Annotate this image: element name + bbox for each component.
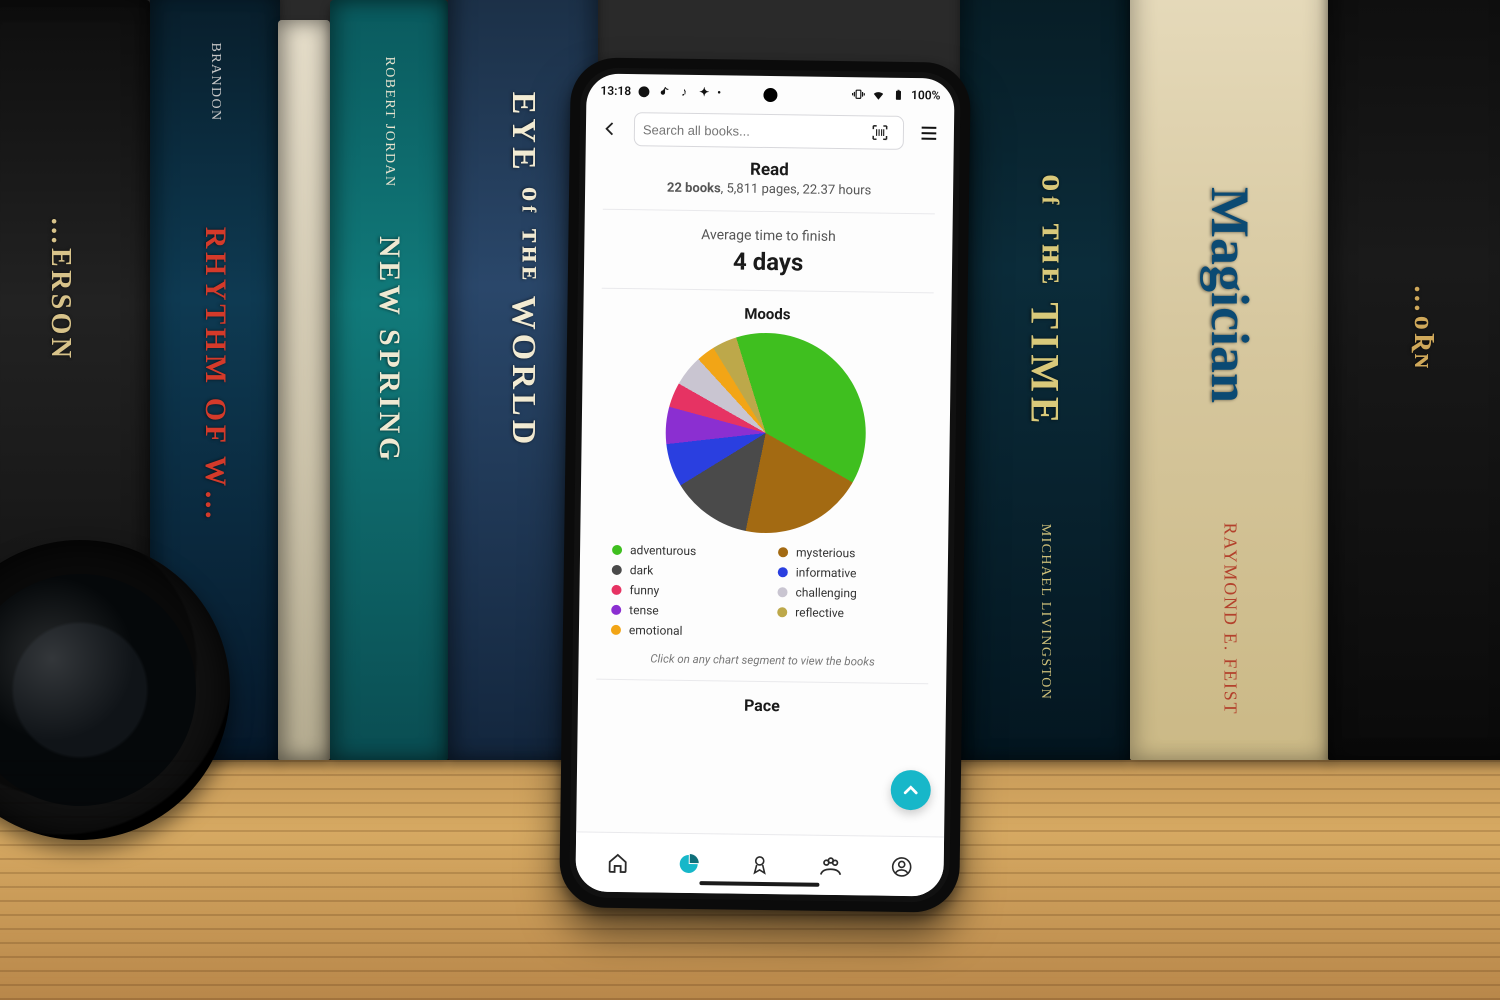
battery-percent: 100%: [911, 88, 941, 102]
legend-item-dark[interactable]: dark: [612, 563, 750, 579]
tab-profile[interactable]: [866, 854, 938, 879]
notification-more: •: [717, 86, 721, 99]
moods-title: Moods: [601, 303, 933, 326]
battery-icon: [891, 88, 905, 102]
legend-dot: [611, 585, 621, 595]
moods-pie-chart[interactable]: [641, 308, 891, 558]
avg-time-value: 4 days: [602, 246, 934, 279]
legend-dot: [612, 545, 622, 555]
avg-time-card: Average time to finish 4 days: [602, 209, 935, 293]
legend-item-mysterious[interactable]: mysterious: [778, 545, 916, 561]
read-summary-card: Read 22 books, 5,811 pages, 22.37 hours: [603, 154, 936, 214]
legend-label: emotional: [629, 623, 683, 638]
tab-home[interactable]: [582, 850, 654, 875]
phone-screen: 13:18 ♪ ✦ •: [575, 73, 954, 896]
bookshelf-scene: …ERSON RHYTHM OF W… BRANDON NEW SPRING R…: [0, 0, 1500, 1000]
legend-item-informative[interactable]: informative: [778, 565, 916, 581]
legend-label: funny: [629, 583, 659, 597]
legend-item-emotional[interactable]: emotional: [611, 623, 749, 639]
legend-label: informative: [796, 565, 857, 580]
chart-hint: Click on any chart segment to view the b…: [650, 651, 875, 668]
notification-icon: ♪: [677, 85, 691, 99]
tiktok-icon: [657, 84, 671, 98]
stats-content: Read 22 books, 5,811 pages, 22.37 hours …: [576, 153, 953, 836]
legend-label: challenging: [795, 585, 856, 600]
legend-label: reflective: [795, 605, 844, 620]
legend-label: dark: [630, 563, 654, 577]
status-time: 13:18: [600, 84, 631, 98]
pace-title: Pace: [596, 694, 928, 718]
legend-item-funny[interactable]: funny: [611, 583, 749, 599]
messenger-icon: [637, 84, 651, 98]
moods-card: Moods adventurous dark funny tense emotional…: [596, 288, 933, 684]
legend-dot: [778, 567, 788, 577]
read-title: Read: [603, 158, 935, 183]
legend-dot: [778, 547, 788, 557]
legend-label: mysterious: [796, 545, 856, 560]
phone-frame: 13:18 ♪ ✦ •: [559, 57, 971, 913]
legend-item-adventurous[interactable]: adventurous: [612, 543, 750, 559]
vibrate-icon: [851, 87, 865, 101]
avg-time-label: Average time to finish: [602, 226, 934, 247]
legend-item-reflective[interactable]: reflective: [777, 605, 915, 621]
legend-dot: [611, 625, 621, 635]
pace-card: Pace: [596, 679, 928, 722]
app-bar: [586, 107, 955, 158]
bottom-nav: [575, 831, 944, 896]
legend-label: adventurous: [630, 543, 696, 558]
tab-challenges[interactable]: [724, 852, 796, 877]
moods-legend: adventurous dark funny tense emotional myste…: [597, 543, 930, 642]
wifi-icon: [871, 87, 885, 101]
legend-dot: [777, 587, 787, 597]
back-button[interactable]: [596, 115, 624, 143]
legend-label: tense: [629, 603, 659, 617]
legend-dot: [612, 565, 622, 575]
legend-dot: [611, 605, 621, 615]
search-input[interactable]: [643, 122, 865, 140]
menu-button[interactable]: [914, 118, 944, 148]
barcode-scan-icon[interactable]: [865, 117, 895, 147]
camera-punch-hole: [763, 88, 777, 102]
legend-item-challenging[interactable]: challenging: [777, 585, 915, 601]
tab-stats[interactable]: [653, 851, 725, 876]
tab-community[interactable]: [795, 852, 867, 879]
read-detail: 22 books, 5,811 pages, 22.37 hours: [603, 180, 935, 200]
legend-dot: [777, 607, 787, 617]
legend-item-tense[interactable]: tense: [611, 603, 749, 619]
notification-icon-2: ✦: [697, 85, 711, 99]
search-field[interactable]: [634, 112, 904, 150]
